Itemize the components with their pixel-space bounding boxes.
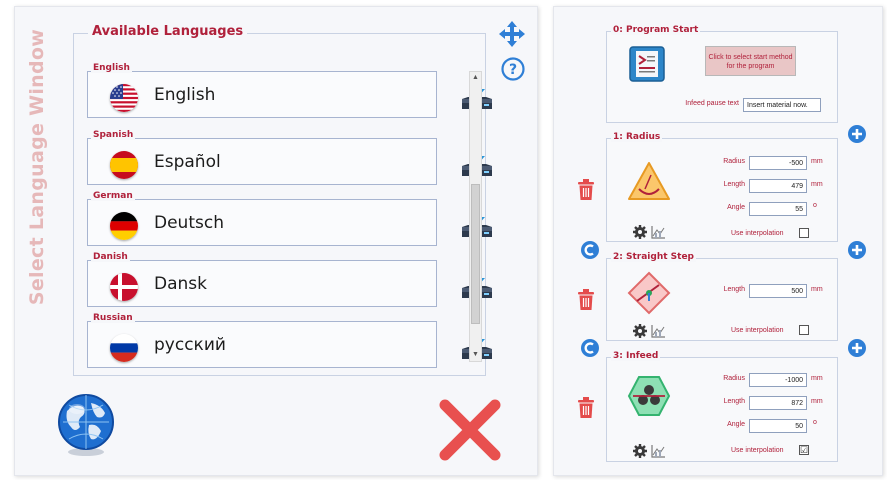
language-row-russian[interactable]: Russian русский xyxy=(87,313,437,368)
window-title: Select Language Window xyxy=(26,28,48,306)
interpolation-checkbox[interactable] xyxy=(799,325,809,335)
length-label: Length xyxy=(723,181,745,188)
move-icon[interactable] xyxy=(499,21,525,47)
radius-unit: mm xyxy=(811,375,823,382)
germany-flag-icon xyxy=(110,212,138,240)
angle-input[interactable]: 50 xyxy=(749,419,807,433)
length-label: Length xyxy=(723,286,745,293)
step-infeed: 3: Infeed Radius -1000 mm Length 872 mm … xyxy=(606,351,838,462)
language-label: English xyxy=(91,63,132,73)
russia-flag-icon xyxy=(110,334,138,362)
gear-icon[interactable] xyxy=(633,444,647,458)
step-radius: 1: Radius Radius -500 mm Length 479 mm A… xyxy=(606,132,838,242)
start-button-line1: Click to select start method xyxy=(708,54,793,61)
scroll-down-arrow-icon[interactable]: ▼ xyxy=(470,349,481,361)
language-row-danish[interactable]: Danish Dansk xyxy=(87,252,437,307)
angle-input[interactable]: 55 xyxy=(749,202,807,216)
length-unit: mm xyxy=(811,398,823,405)
angle-label: Angle xyxy=(727,421,745,428)
angle-unit: o xyxy=(813,202,817,209)
gear-icon[interactable] xyxy=(633,324,647,338)
language-label: Danish xyxy=(91,252,130,262)
select-start-method-button[interactable]: Click to select start method for the pro… xyxy=(705,46,796,76)
spain-flag-icon xyxy=(110,151,138,179)
delete-step-icon[interactable] xyxy=(577,397,595,419)
angle-unit: o xyxy=(813,419,817,426)
step-title: 2: Straight Step xyxy=(611,252,696,262)
denmark-flag-icon xyxy=(110,273,138,301)
length-input[interactable]: 479 xyxy=(749,179,807,193)
undo-step-icon[interactable] xyxy=(581,339,599,357)
group-title: Available Languages xyxy=(88,24,248,39)
language-name: русский xyxy=(154,335,226,355)
step-title: 3: Infeed xyxy=(611,351,661,361)
available-languages-group: Available Languages English English Span… xyxy=(73,24,492,376)
step-title: 0: Program Start xyxy=(611,25,701,35)
infeed-pause-label: Infeed pause text xyxy=(685,100,739,107)
length-input[interactable]: 500 xyxy=(749,284,807,298)
svg-text:?: ? xyxy=(509,62,517,78)
delete-step-icon[interactable] xyxy=(577,179,595,201)
globe-icon[interactable] xyxy=(53,391,119,457)
scroll-up-arrow-icon[interactable]: ▲ xyxy=(470,72,481,84)
program-steps-window: 0: Program Start Click to select start m… xyxy=(553,6,883,476)
add-step-icon[interactable] xyxy=(848,241,866,259)
language-list-scrollbar[interactable]: ▲ ▼ xyxy=(469,71,482,362)
interpolation-label: Use interpolation xyxy=(731,327,784,334)
chart-icon[interactable] xyxy=(651,445,665,458)
us-flag-icon xyxy=(110,84,138,112)
add-step-icon[interactable] xyxy=(848,339,866,357)
length-unit: mm xyxy=(811,181,823,188)
add-step-icon[interactable] xyxy=(848,125,866,143)
infeed-pause-input[interactable]: Insert material now. xyxy=(743,98,821,112)
step-straight: 2: Straight Step Length 500 mm Use inter… xyxy=(606,252,838,341)
language-label: Spanish xyxy=(91,130,136,140)
help-icon[interactable]: ? xyxy=(501,57,525,81)
angle-label: Angle xyxy=(727,204,745,211)
language-row-spanish[interactable]: Spanish Español xyxy=(87,130,437,185)
language-name: English xyxy=(154,85,216,105)
interpolation-label: Use interpolation xyxy=(731,230,784,237)
language-row-german[interactable]: German Deutsch xyxy=(87,191,437,246)
language-name: Español xyxy=(154,152,221,172)
radius-step-icon[interactable] xyxy=(627,159,671,203)
radius-label: Radius xyxy=(723,375,745,382)
start-button-line2: for the program xyxy=(726,63,775,70)
language-name: Deutsch xyxy=(154,213,224,233)
undo-step-icon[interactable] xyxy=(581,241,599,259)
delete-step-icon[interactable] xyxy=(577,289,595,311)
chart-icon[interactable] xyxy=(651,325,665,338)
radius-input[interactable]: -1000 xyxy=(749,373,807,387)
chart-icon[interactable] xyxy=(651,226,665,239)
length-label: Length xyxy=(723,398,745,405)
language-row-english[interactable]: English English xyxy=(87,63,437,118)
radius-input[interactable]: -500 xyxy=(749,156,807,170)
step-title: 1: Radius xyxy=(611,132,663,142)
close-icon[interactable] xyxy=(437,397,503,463)
gear-icon[interactable] xyxy=(633,225,647,239)
language-window: Select Language Window Available Languag… xyxy=(14,6,538,476)
scroll-thumb[interactable] xyxy=(471,184,480,324)
step-program-start: 0: Program Start Click to select start m… xyxy=(606,25,838,123)
program-start-icon[interactable] xyxy=(629,46,665,82)
interpolation-checkbox[interactable]: ☑ xyxy=(799,445,809,455)
radius-unit: mm xyxy=(811,158,823,165)
radius-label: Radius xyxy=(723,158,745,165)
length-input[interactable]: 872 xyxy=(749,396,807,410)
infeed-step-icon[interactable] xyxy=(627,374,671,418)
interpolation-label: Use interpolation xyxy=(731,447,784,454)
interpolation-checkbox[interactable] xyxy=(799,228,809,238)
straight-step-icon[interactable] xyxy=(627,271,671,315)
language-label: German xyxy=(91,191,135,201)
window-title-container: Select Language Window xyxy=(17,27,57,307)
language-label: Russian xyxy=(91,313,135,323)
language-name: Dansk xyxy=(154,274,207,294)
length-unit: mm xyxy=(811,286,823,293)
